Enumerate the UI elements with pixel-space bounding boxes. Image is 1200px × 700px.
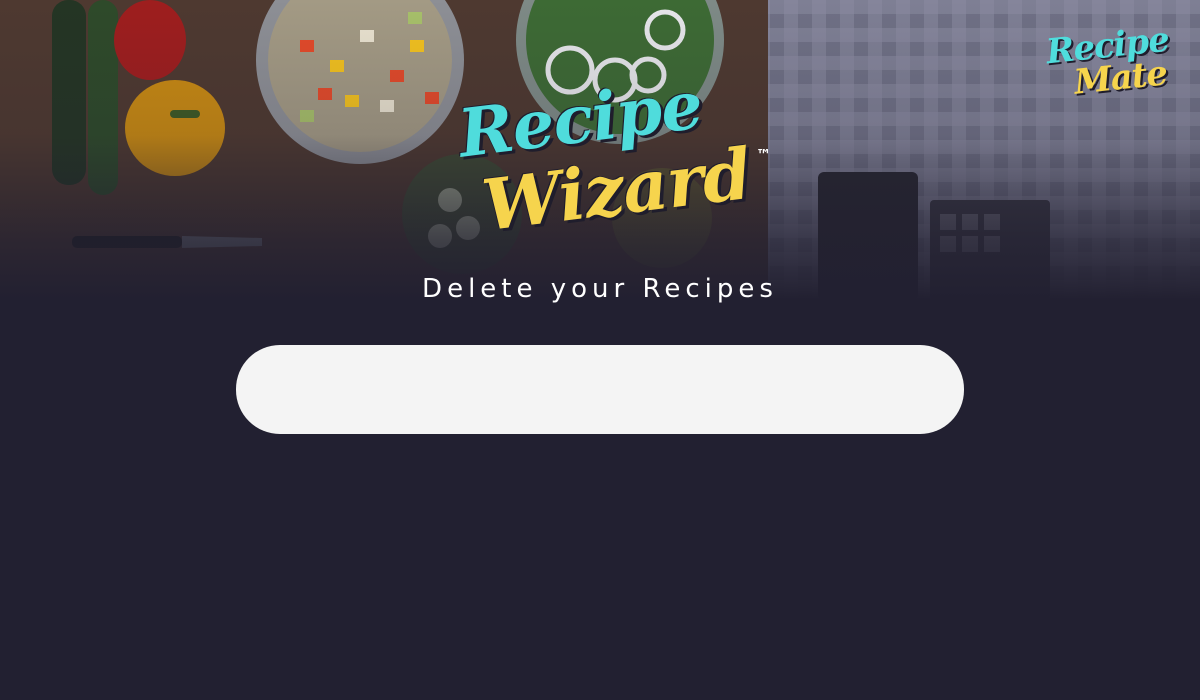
recipe-mate-logo-line2: Mate: [1072, 53, 1169, 103]
trademark-symbol: ™: [756, 146, 771, 164]
recipe-mate-logo[interactable]: Recipe Mate: [1040, 20, 1180, 108]
recipe-wizard-logo: Recipe Wizard ™: [440, 65, 800, 280]
recipe-list-panel: [236, 345, 964, 434]
page: Recipe Mate Recipe Wizard ™ Delete your …: [0, 0, 1200, 700]
page-subtitle: Delete your Recipes: [422, 274, 778, 304]
